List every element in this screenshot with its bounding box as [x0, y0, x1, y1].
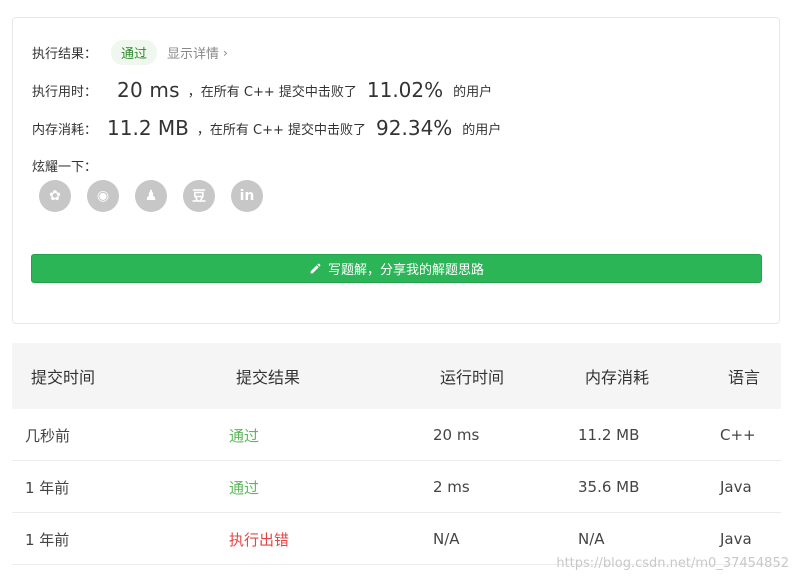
memory-label: 内存消耗：: [32, 122, 98, 138]
runtime-label: 执行用时：: [32, 84, 98, 100]
share-buttons: ✿ ◉ ♟ 豆 in: [39, 180, 263, 212]
cell-time: 1 年前: [25, 530, 70, 549]
cell-result-link[interactable]: 执行出错: [229, 513, 289, 565]
memory-value: 11.2 MB: [107, 116, 189, 140]
runtime-suffix: 的用户: [453, 84, 493, 100]
linkedin-icon[interactable]: in: [231, 180, 263, 212]
runtime-value: 20 ms: [117, 78, 180, 102]
runtime-row: 执行用时： 20 ms ，在所有 C++ 提交中击败了 11.02% 的用户: [32, 78, 492, 102]
share-label: 炫耀一下：: [32, 160, 98, 175]
result-row: 执行结果： 通过 显示详情 ›: [32, 40, 228, 65]
cell-runtime: 20 ms: [433, 426, 480, 444]
cell-runtime: N/A: [433, 530, 460, 548]
table-row[interactable]: 几秒前 通过 20 ms 11.2 MB C++: [12, 409, 781, 461]
watermark: https://blog.csdn.net/m0_37454852: [556, 556, 789, 571]
weibo-icon[interactable]: ◉: [87, 180, 119, 212]
douban-icon[interactable]: 豆: [183, 180, 215, 212]
show-details-link[interactable]: 显示详情: [167, 43, 219, 62]
cell-memory: 35.6 MB: [578, 478, 640, 496]
runtime-beat-text: ，在所有 C++ 提交中击败了: [187, 84, 357, 100]
cell-time: 几秒前: [25, 426, 71, 445]
memory-beat-text: ，在所有 C++ 提交中击败了: [196, 122, 367, 138]
cell-language: Java: [720, 478, 752, 496]
pencil-icon: [310, 263, 321, 274]
header-memory: 内存消耗: [585, 368, 650, 387]
memory-percent: 92.34%: [376, 116, 453, 140]
result-card: 执行结果： 通过 显示详情 › 执行用时： 20 ms ，在所有 C++ 提交中…: [12, 17, 780, 324]
write-solution-button[interactable]: 写题解，分享我的解题思路: [31, 254, 762, 283]
cell-result-link[interactable]: 通过: [229, 461, 259, 513]
table-row[interactable]: 1 年前 通过 2 ms 35.6 MB Java: [12, 461, 781, 513]
runtime-percent: 11.02%: [366, 78, 444, 102]
memory-row: 内存消耗： 11.2 MB ，在所有 C++ 提交中击败了 92.34% 的用户: [32, 116, 501, 140]
share-row-label: 炫耀一下：: [32, 156, 97, 175]
header-runtime: 运行时间: [440, 368, 505, 387]
chevron-right-icon[interactable]: ›: [223, 46, 228, 60]
status-badge: 通过: [111, 40, 158, 65]
cell-language: C++: [720, 426, 756, 444]
submissions-table: 提交时间 提交结果 运行时间 内存消耗 语言 几秒前 通过 20 ms 11.2…: [12, 343, 781, 565]
result-label: 执行结果：: [32, 47, 98, 62]
qq-icon[interactable]: ♟: [135, 180, 167, 212]
cell-runtime: 2 ms: [433, 478, 470, 496]
header-language: 语言: [728, 368, 761, 387]
cell-result-link[interactable]: 通过: [229, 409, 259, 461]
cell-time: 1 年前: [25, 478, 70, 497]
header-submit-result: 提交结果: [236, 368, 301, 387]
header-submit-time: 提交时间: [31, 368, 96, 387]
memory-suffix: 的用户: [462, 122, 502, 138]
table-header: 提交时间 提交结果 运行时间 内存消耗 语言: [12, 343, 781, 409]
cell-memory: 11.2 MB: [578, 426, 640, 444]
write-solution-label: 写题解，分享我的解题思路: [327, 263, 484, 278]
wechat-icon[interactable]: ✿: [39, 180, 71, 212]
